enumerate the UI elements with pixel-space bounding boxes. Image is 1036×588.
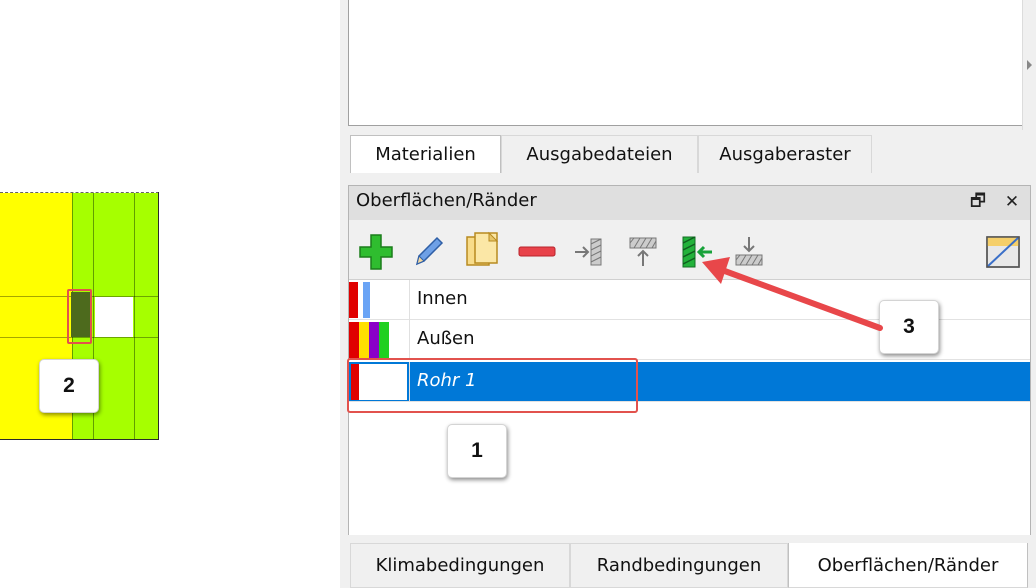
annotation-arrow bbox=[702, 257, 883, 331]
